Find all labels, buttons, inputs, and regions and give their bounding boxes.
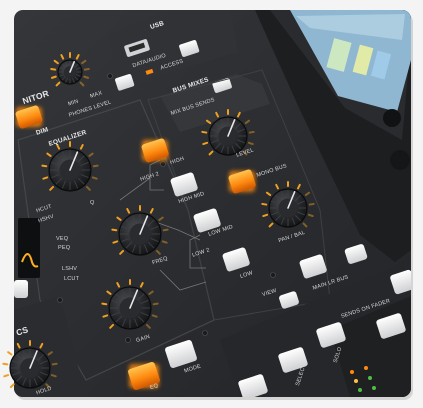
lshv-label: LSHV: [62, 266, 78, 272]
screen-knob[interactable]: [383, 109, 401, 127]
eq-curve-display: [18, 218, 40, 278]
left-edge-button[interactable]: [14, 280, 28, 298]
peq-label: PEQ: [58, 245, 71, 251]
meter-led-1: [350, 370, 354, 374]
veq-label: VEQ: [56, 236, 69, 242]
screen-knob-2[interactable]: [390, 150, 410, 170]
screw-1: [107, 73, 113, 79]
meter-led-5: [368, 376, 372, 380]
high2-button[interactable]: [141, 138, 170, 163]
mono-bus-button[interactable]: [228, 169, 257, 194]
console-photo: NITOR DIM MIN MAX PHONES LEVEL USB DATA/…: [0, 0, 423, 403]
meter-led-6: [372, 386, 376, 390]
screw-2: [160, 161, 166, 167]
dim-button[interactable]: [15, 105, 43, 130]
screw-4: [270, 272, 276, 278]
lcut-label: LCUT: [64, 276, 80, 282]
screw-3: [202, 330, 208, 336]
screw-6: [125, 337, 131, 343]
meter-led-2: [354, 379, 358, 383]
console-photo-svg: [2, 10, 413, 400]
screw-5: [57, 297, 63, 303]
meter-led-4: [364, 366, 368, 370]
meter-led-3: [358, 388, 362, 392]
q-label: Q: [90, 200, 95, 206]
